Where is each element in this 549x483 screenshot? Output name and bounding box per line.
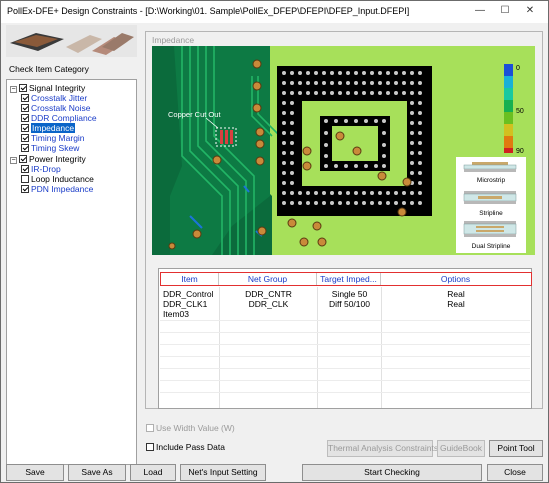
checkbox-pdn-impedance[interactable]: [21, 185, 29, 193]
scale-min-label: 0: [516, 65, 520, 72]
row-1-options[interactable]: Real: [382, 289, 530, 299]
grid-line: [160, 344, 530, 345]
category-label: Check Item Category: [9, 64, 89, 74]
grid-line: [160, 392, 530, 393]
legend-dual-stripline: Dual Stripline: [472, 243, 511, 250]
row-2-target-impedance[interactable]: Diff 50/100: [318, 299, 381, 309]
legend-stripline: Stripline: [479, 210, 503, 217]
tree-item-crosstalk-noise[interactable]: Crosstalk Noise: [21, 103, 91, 113]
checkbox-signal-integrity[interactable]: [19, 84, 27, 92]
tree-item-ddr-compliance[interactable]: DDR Compliance: [21, 113, 97, 123]
checkbox-ir-drop[interactable]: [21, 165, 29, 173]
pcb-board-image: Copper Cut Out 0 50 90 Microstrip Stripl…: [152, 46, 535, 255]
tree-item-signal-integrity[interactable]: − Signal Integrity: [10, 83, 85, 93]
checkbox-timing-skew[interactable]: [21, 144, 29, 152]
grid-line: [160, 320, 530, 321]
tree-item-power-integrity[interactable]: − Power Integrity: [10, 154, 86, 164]
table-header: Item Net Group Target Imped... Options: [160, 272, 532, 286]
collapse-icon[interactable]: −: [10, 86, 17, 93]
design-constraints-window: PollEx-DFE+ Design Constraints - [D:\Wor…: [0, 0, 549, 483]
grid-line: [160, 380, 530, 381]
guidebook-button[interactable]: GuideBook: [437, 440, 485, 457]
grid-line: [160, 368, 530, 369]
use-width-value-box[interactable]: [146, 424, 154, 432]
checkbox-ddr-compliance[interactable]: [21, 114, 29, 122]
column-header-options[interactable]: Options: [381, 273, 530, 285]
legend-microstrip: Microstrip: [477, 177, 506, 184]
tree-item-pdn-impedance[interactable]: PDN Impedance: [21, 184, 93, 194]
column-header-item[interactable]: Item: [161, 273, 219, 285]
use-width-value-checkbox[interactable]: Use Width Value (W): [146, 423, 235, 433]
start-checking-button[interactable]: Start Checking: [302, 464, 482, 481]
checkbox-crosstalk-jitter[interactable]: [21, 94, 29, 102]
window-title: PollEx-DFE+ Design Constraints - [D:\Wor…: [7, 6, 410, 16]
tree-item-loop-inductance[interactable]: Loop Inductance: [21, 174, 94, 184]
checkbox-loop-inductance[interactable]: [21, 175, 29, 183]
impedance-table[interactable]: Item Net Group Target Imped... Options D…: [158, 268, 532, 409]
row-2-options[interactable]: Real: [382, 299, 530, 309]
save-button[interactable]: Save: [6, 464, 64, 481]
check-item-tree[interactable]: − Signal Integrity Crosstalk Jitter Cross…: [6, 79, 137, 465]
title-bar: PollEx-DFE+ Design Constraints - [D:\Wor…: [1, 1, 548, 23]
checkbox-power-integrity[interactable]: [19, 155, 27, 163]
row-1-item[interactable]: DDR_Control: [163, 289, 214, 299]
nets-input-setting-button[interactable]: Net's Input Setting: [180, 464, 266, 481]
point-tool-button[interactable]: Point Tool: [489, 440, 543, 457]
grid-line: [160, 356, 530, 357]
close-window-button[interactable]: ✕: [519, 3, 541, 19]
row-1-net-group[interactable]: DDR_CNTR: [220, 289, 317, 299]
include-pass-data-checkbox[interactable]: Include Pass Data: [146, 442, 225, 452]
tree-item-timing-margin[interactable]: Timing Margin: [21, 133, 85, 143]
column-header-net-group[interactable]: Net Group: [219, 273, 317, 285]
maximize-button[interactable]: ☐: [494, 3, 516, 19]
scale-mid-label: 50: [516, 108, 524, 115]
minimize-button[interactable]: —: [469, 3, 491, 19]
include-pass-data-box[interactable]: [146, 443, 154, 451]
close-button[interactable]: Close: [487, 464, 543, 481]
panel-title: Impedance: [152, 35, 195, 45]
tree-item-crosstalk-jitter[interactable]: Crosstalk Jitter: [21, 93, 87, 103]
collapse-icon[interactable]: −: [10, 157, 17, 164]
checkbox-crosstalk-noise[interactable]: [21, 104, 29, 112]
row-2-item[interactable]: DDR_CLK1: [163, 299, 207, 309]
row-2-net-group[interactable]: DDR_CLK: [220, 299, 317, 309]
tree-item-ir-drop[interactable]: IR-Drop: [21, 164, 61, 174]
load-button[interactable]: Load: [130, 464, 176, 481]
product-banner-image: [6, 25, 137, 57]
tree-item-timing-skew[interactable]: Timing Skew: [21, 143, 79, 153]
checkbox-impedance[interactable]: [21, 124, 29, 132]
thermal-analysis-constraints-button[interactable]: Thermal Analysis Constraints: [327, 440, 438, 457]
scale-max-label: 90: [516, 148, 524, 155]
grid-line: [160, 332, 530, 333]
copper-cut-out-label: Copper Cut Out: [168, 110, 221, 119]
row-3-item[interactable]: Item03: [163, 309, 189, 319]
column-header-target-impedance[interactable]: Target Imped...: [317, 273, 381, 285]
checkbox-timing-margin[interactable]: [21, 134, 29, 142]
row-1-target-impedance[interactable]: Single 50: [318, 289, 381, 299]
save-as-button[interactable]: Save As: [68, 464, 126, 481]
tree-item-impedance[interactable]: Impedance: [21, 123, 76, 133]
